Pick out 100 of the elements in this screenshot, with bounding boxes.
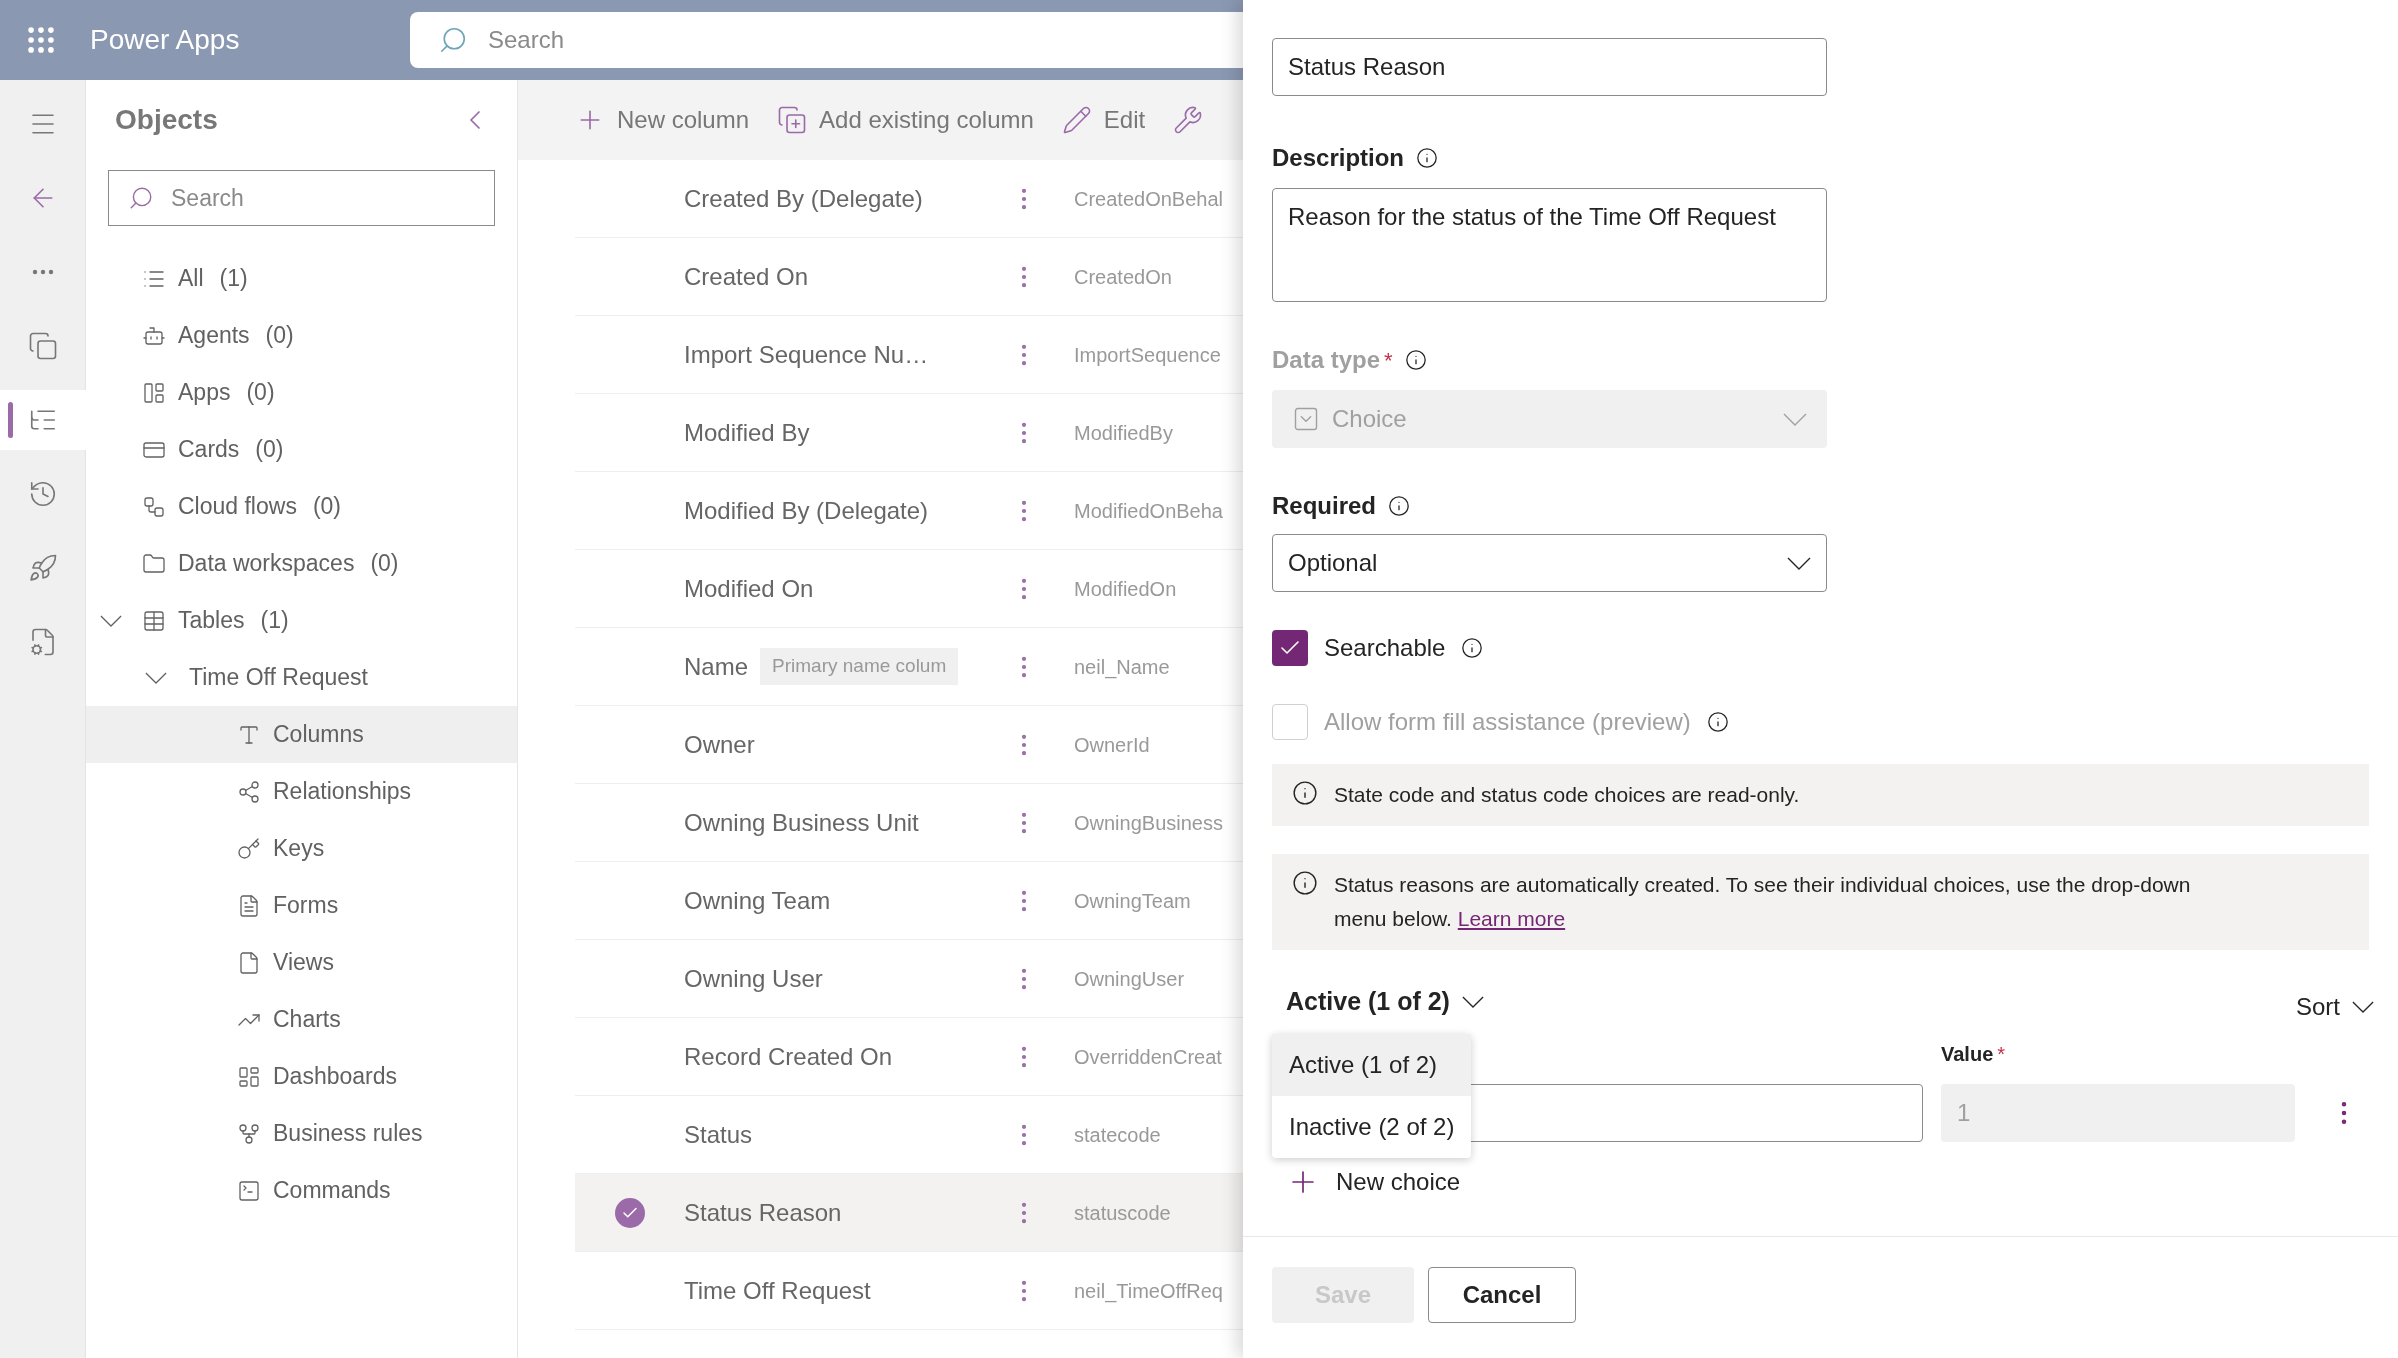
table-cell-text: Created By (Delegate) [684,183,923,214]
table-row[interactable]: Owning Business Unit OwningBusiness [575,784,1243,862]
rail-button[interactable] [0,390,86,450]
primary-name-badge: Primary name colum [760,648,959,685]
toolbar-button[interactable]: Add existing column [777,102,1034,138]
info-icon[interactable] [1706,711,1729,733]
tools-icon[interactable] [1173,105,1204,135]
table-row[interactable]: Modified By ModifiedBy [575,394,1243,472]
folder-icon [142,551,166,576]
more-icon [31,269,54,275]
dashboard-icon [237,1064,261,1089]
table-cell-text: Status Reason [684,1197,842,1228]
description-field[interactable]: Reason for the status of the Time Off Request [1272,188,1827,302]
sort-dropdown[interactable]: Sort [2296,989,2374,1025]
table-cell-text: Owning User [684,963,823,994]
table-cell-text: Record Created On [684,1041,893,1072]
choice-type-icon [1292,405,1320,433]
selected-check-icon [614,1197,645,1228]
nav-item[interactable]: Dashboards [86,1048,517,1105]
table-cell-text: ModifiedOnBeha [1074,498,1223,524]
table-cell-text: OwningBusiness [1074,810,1223,836]
nav-item[interactable]: Commands [86,1162,517,1219]
panel-title: Objects [115,103,218,137]
key-icon [237,836,261,861]
chevron-down-icon [2352,1001,2374,1013]
nav-item[interactable]: Charts [86,991,517,1048]
info-icon [1292,780,1318,806]
command-icon [237,1178,261,1203]
table-cell-text: Created On [684,261,809,292]
cancel-button[interactable]: Cancel [1428,1267,1576,1323]
nav-item[interactable]: Cards (0) [86,421,517,478]
chevron-down-icon [145,671,167,684]
nav-item[interactable]: Time Off Request [86,649,517,706]
nav-item[interactable]: Apps (0) [86,364,517,421]
table-cell-text: ImportSequence [1074,342,1221,368]
nav-item[interactable]: Agents (0) [86,307,517,364]
field-label: Data type [1272,345,1381,375]
required-dropdown[interactable]: Optional [1272,534,1827,592]
nav-item[interactable]: Columns [86,706,517,763]
field-label: Required [1272,491,1376,521]
field-label: Description [1272,143,1405,173]
info-icon [1292,870,1318,896]
nav-item[interactable]: Tables (1) [86,592,517,649]
info-icon[interactable] [1416,147,1439,169]
flow-icon [142,494,166,519]
nav-item[interactable]: Relationships [86,763,517,820]
checkbox[interactable] [1272,630,1308,666]
display-name-field[interactable]: Status Reason [1272,38,1827,96]
table-row[interactable]: Owning Team OwningTeam [575,862,1243,940]
nav-item[interactable]: Forms [86,877,517,934]
menu-item[interactable]: Inactive (2 of 2) [1272,1096,1471,1158]
search-icon [438,25,468,55]
table-cell-text: ModifiedOn [1074,576,1177,602]
table-cell-text: neil_Name [1074,654,1170,681]
table-cell-text: ModifiedBy [1074,420,1173,446]
search-field[interactable]: Search [410,12,1243,68]
table-row[interactable]: Name Primary name colum neil_Name [575,628,1243,706]
table-row[interactable]: Created On CreatedOn [575,238,1243,316]
required-asterisk: * [1997,1042,2006,1067]
nav-item[interactable]: Data workspaces (0) [86,535,517,592]
table-row[interactable]: Modified By (Delegate) ModifiedOnBeha [575,472,1243,550]
panels-icon [142,380,166,405]
table-cell-text: Modified By (Delegate) [684,495,929,526]
table-row[interactable]: Status Reason statuscode [575,1174,1243,1252]
table-cell-text: Import Sequence Nu… [684,339,929,370]
table-row[interactable]: Record Created On OverriddenCreat [575,1018,1243,1096]
learn-more-link[interactable]: Learn more [1457,907,1566,930]
rocket-icon [27,553,58,583]
nav-item[interactable]: Keys [86,820,517,877]
table-row[interactable]: Owner OwnerId [575,706,1243,784]
field-label: Value [1941,1042,1994,1067]
nav-item[interactable]: Cloud flows (0) [86,478,517,535]
toolbar-button[interactable]: Edit [1061,102,1146,138]
table-cell-text: CreatedOnBehal [1074,186,1223,212]
nav-item[interactable]: All (1) [86,250,517,307]
toolbar-button[interactable]: New column [575,102,750,138]
info-icon[interactable] [1388,495,1410,517]
info-icon[interactable] [1461,637,1484,659]
table-row[interactable]: Created By (Delegate) CreatedOnBehal [575,160,1243,238]
info-icon[interactable] [1404,349,1427,371]
table-row[interactable]: Time Off Request neil_TimeOffReq [575,1252,1243,1330]
nav-item[interactable]: Business rules [86,1105,517,1162]
search-field[interactable]: Search [108,170,495,226]
status-filter-dropdown[interactable]: Active (1 of 2) [1272,983,1484,1021]
table-cell-text: statecode [1074,1122,1161,1148]
table-row[interactable]: Modified On ModifiedOn [575,550,1243,628]
nav-item[interactable]: Views [86,934,517,991]
table-row[interactable]: Import Sequence Nu… ImportSequence [575,316,1243,394]
checkbox-label: Searchable [1324,633,1446,663]
table-row[interactable]: Owning User OwningUser [575,940,1243,1018]
new-choice-button[interactable]: New choice [1272,1164,1461,1200]
search-icon [128,185,154,211]
table-icon [142,608,166,633]
table-cell-text: Owning Team [684,885,831,916]
table-cell-text: Owner [684,729,755,760]
table-cell-text: OwningTeam [1074,888,1191,914]
share-nodes-icon [237,779,261,804]
table-cell-text: Time Off Request [684,1275,871,1306]
add-column-icon [777,105,808,135]
menu-item[interactable]: Active (1 of 2) [1272,1034,1471,1096]
